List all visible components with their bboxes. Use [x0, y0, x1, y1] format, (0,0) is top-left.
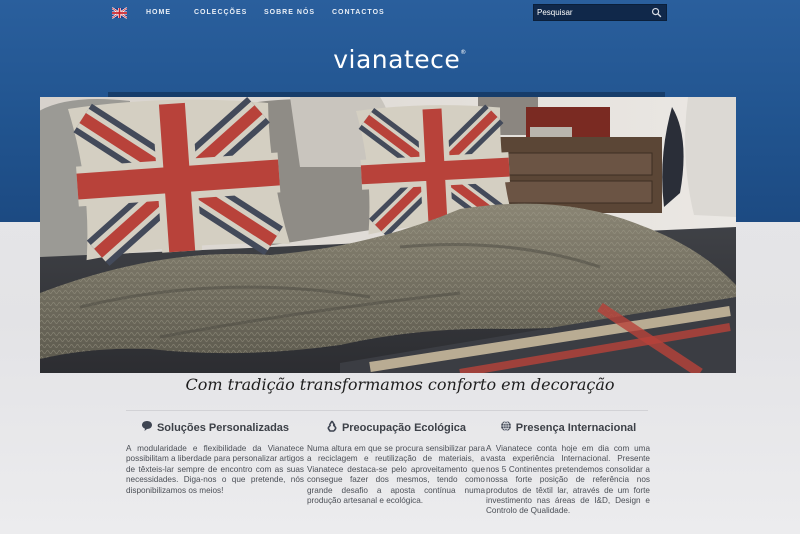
globe-icon: [500, 420, 511, 432]
nav-home[interactable]: HOME: [146, 9, 171, 16]
feature-personalized: Soluções Personalizadas A modularidade e…: [126, 420, 304, 496]
section-divider: [126, 410, 648, 411]
nav-sobre-nos[interactable]: SOBRE NÓS: [264, 9, 315, 16]
nav-colleccoes[interactable]: COLECÇÕES: [194, 9, 247, 16]
feature-text: Numa altura em que se procura sensibiliz…: [307, 444, 485, 506]
feature-international: Presença Internacional A Vianatece conta…: [486, 420, 650, 517]
feature-title: Soluções Personalizadas: [126, 420, 304, 436]
logo-text: vianatece: [333, 45, 461, 74]
search-input[interactable]: [537, 6, 647, 18]
search-icon[interactable]: [651, 7, 662, 18]
feature-text: A Vianatece conta hoje em dia com uma va…: [486, 444, 650, 516]
registered-mark: ®: [460, 49, 467, 56]
feature-title-text: Preocupação Ecológica: [341, 422, 467, 434]
uk-flag-icon[interactable]: [112, 7, 127, 19]
recycle-icon: [327, 420, 337, 432]
feature-title-text: Presença Internacional: [515, 422, 637, 434]
nav-contactos[interactable]: CONTACTOS: [332, 9, 385, 16]
speech-bubble-icon: [141, 421, 152, 431]
feature-title-text: Soluções Personalizadas: [156, 422, 290, 434]
feature-title: Presença Internacional: [486, 420, 650, 436]
feature-text: A modularidade e flexibilidade da Vianat…: [126, 444, 304, 495]
hero-image: [40, 97, 736, 373]
search-box: [533, 4, 667, 21]
top-navigation: HOME COLECÇÕES SOBRE NÓS CONTACTOS: [0, 0, 800, 26]
feature-ecological: Preocupação Ecológica Numa altura em que…: [307, 420, 485, 506]
feature-title: Preocupação Ecológica: [307, 420, 485, 436]
hero-illustration: [40, 97, 736, 373]
tagline: Com tradição transformamos conforto em d…: [185, 375, 615, 394]
brand-logo[interactable]: vianatece®: [0, 45, 800, 74]
